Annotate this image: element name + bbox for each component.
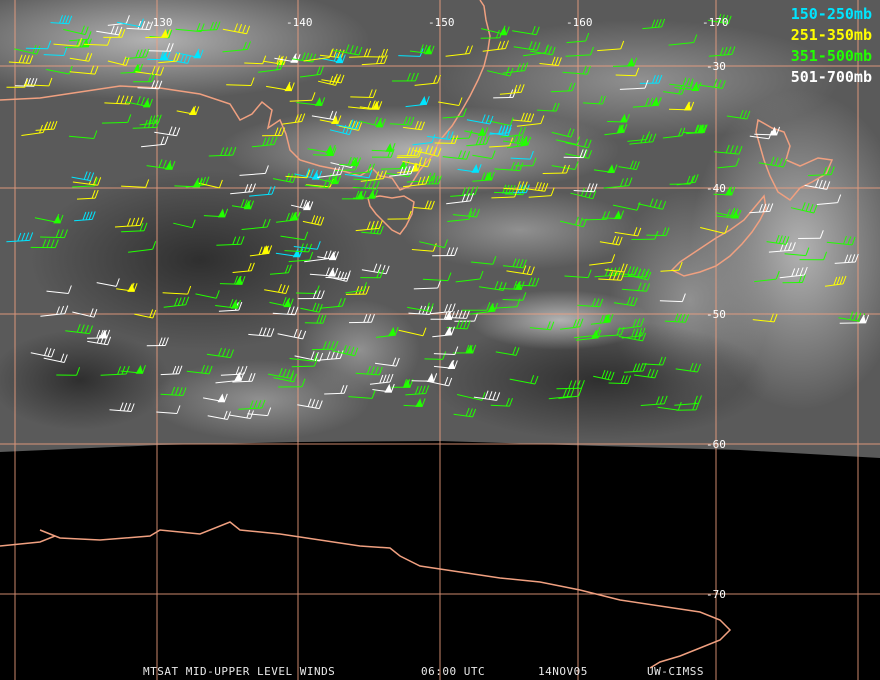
legend-item-150-250mb: 150-250mb — [790, 5, 872, 23]
lat-label: -40 — [706, 182, 726, 195]
lat-label: -60 — [706, 438, 726, 451]
lat-label: -30 — [706, 60, 726, 73]
producer-credit: UW-CIMSS — [647, 665, 704, 678]
image-date: 14NOV05 — [538, 665, 588, 678]
legend-item-251-350mb: 251-350mb — [790, 26, 872, 44]
legend-item-501-700mb: 501-700mb — [790, 68, 872, 86]
valid-time: 06:00 UTC — [421, 665, 486, 678]
lon-label: -140 — [286, 16, 313, 29]
lon-label: -160 — [566, 16, 593, 29]
lon-label: -130 — [146, 16, 173, 29]
satellite-wind-map: -130 -140 -150 -160 -170 -30 -40 -50 -60… — [0, 0, 880, 680]
product-title: MTSAT MID-UPPER LEVEL WINDS — [143, 665, 336, 678]
pressure-legend: 150-250mb 251-350mb 351-500mb 501-700mb — [791, 4, 872, 88]
legend-item-351-500mb: 351-500mb — [790, 47, 872, 65]
antarctica-coast — [0, 521, 732, 669]
caption-bar: MTSAT MID-UPPER LEVEL WINDS 06:00 UTC 14… — [0, 665, 880, 679]
lon-label: -150 — [428, 16, 455, 29]
map-canvas: -130 -140 -150 -160 -170 -30 -40 -50 -60… — [0, 0, 880, 680]
lon-label: -170 — [702, 16, 729, 29]
lat-label: -50 — [706, 308, 726, 321]
lat-label: -70 — [706, 588, 726, 601]
